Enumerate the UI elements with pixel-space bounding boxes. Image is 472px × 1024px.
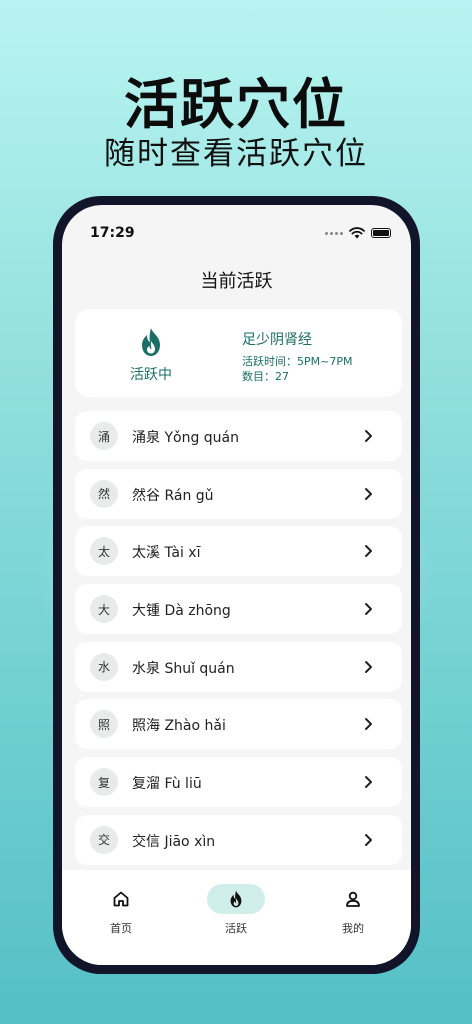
app-screen: 17:29 当前活跃 活跃中 足少阴肾经 活跃时间：5PM~7PM 数目：27	[62, 205, 411, 965]
chevron-right-icon	[365, 718, 372, 731]
status-time: 17:29	[90, 225, 135, 241]
meridian-name: 足少阴肾经	[242, 332, 312, 348]
acupoint-item[interactable]: 交 交信 Jiāo xìn	[75, 814, 402, 865]
tab-profile[interactable]: 我的	[313, 884, 393, 936]
acupoint-label: 大锺 Dà zhōng	[132, 603, 231, 620]
user-icon	[346, 891, 360, 907]
acupoint-item[interactable]: 水 水泉 Shuǐ quán	[75, 641, 402, 692]
status-bar: 17:29	[62, 205, 411, 249]
chevron-right-icon	[365, 776, 372, 789]
tab-home[interactable]: 首页	[81, 884, 161, 936]
acupoint-badge: 水	[90, 652, 118, 681]
active-status-label: 活跃中	[130, 367, 172, 383]
phone-frame: 17:29 当前活跃 活跃中 足少阴肾经 活跃时间：5PM~7PM 数目：27	[53, 196, 420, 974]
meridian-point-count: 数目：27	[242, 370, 289, 383]
acupoint-label: 照海 Zhào hǎi	[132, 718, 226, 735]
battery-icon	[371, 228, 391, 238]
chevron-right-icon	[365, 603, 372, 616]
acupoint-label: 复溜 Fù liū	[132, 776, 202, 793]
acupoint-item[interactable]: 然 然谷 Rán gǔ	[75, 468, 402, 519]
acupoint-label: 交信 Jiāo xìn	[132, 833, 216, 850]
tab-active-label: 活跃	[225, 922, 247, 935]
flame-icon	[230, 890, 242, 908]
page-title: 当前活跃	[200, 271, 273, 292]
active-meridian-card[interactable]: 活跃中 足少阴肾经 活跃时间：5PM~7PM 数目：27	[75, 309, 402, 397]
chevron-right-icon	[365, 833, 372, 846]
acupoint-item[interactable]: 太 太溪 Tài xī	[75, 526, 402, 577]
chevron-right-icon	[365, 487, 372, 500]
acupoint-list: 涌 涌泉 Yǒng quán 然 然谷 Rán gǔ 太 太溪 Tài xī 大…	[75, 411, 402, 873]
acupoint-badge: 涌	[90, 422, 118, 450]
acupoint-badge: 大	[90, 595, 118, 624]
acupoint-item[interactable]: 复 复溜 Fù liū	[75, 757, 402, 808]
acupoint-item[interactable]: 照 照海 Zhào hǎi	[75, 699, 402, 750]
promo-subtitle: 随时查看活跃穴位	[104, 136, 368, 172]
tab-active[interactable]: 活跃	[196, 884, 276, 936]
flame-icon	[142, 328, 160, 356]
status-icons	[325, 227, 391, 239]
meridian-active-time: 活跃时间：5PM~7PM	[242, 355, 353, 368]
acupoint-item[interactable]: 大 大锺 Dà zhōng	[75, 584, 402, 635]
signal-icon	[325, 231, 343, 235]
acupoint-label: 然谷 Rán gǔ	[132, 487, 214, 504]
acupoint-badge: 太	[90, 537, 118, 566]
acupoint-badge: 交	[90, 825, 118, 854]
acupoint-label: 涌泉 Yǒng quán	[132, 430, 239, 446]
acupoint-badge: 复	[90, 768, 118, 797]
chevron-right-icon	[365, 430, 372, 442]
chevron-right-icon	[365, 545, 372, 558]
tab-home-label: 首页	[110, 922, 132, 935]
home-icon	[113, 891, 129, 907]
acupoint-label: 太溪 Tài xī	[132, 545, 201, 562]
chevron-right-icon	[365, 660, 372, 673]
acupoint-item[interactable]: 涌 涌泉 Yǒng quán	[75, 411, 402, 461]
acupoint-label: 水泉 Shuǐ quán	[132, 660, 235, 677]
acupoint-badge: 然	[90, 479, 118, 508]
tab-profile-label: 我的	[342, 922, 364, 935]
acupoint-badge: 照	[90, 710, 118, 739]
tab-bar: 首页 活跃 我的	[62, 870, 411, 965]
wifi-icon	[349, 227, 365, 239]
